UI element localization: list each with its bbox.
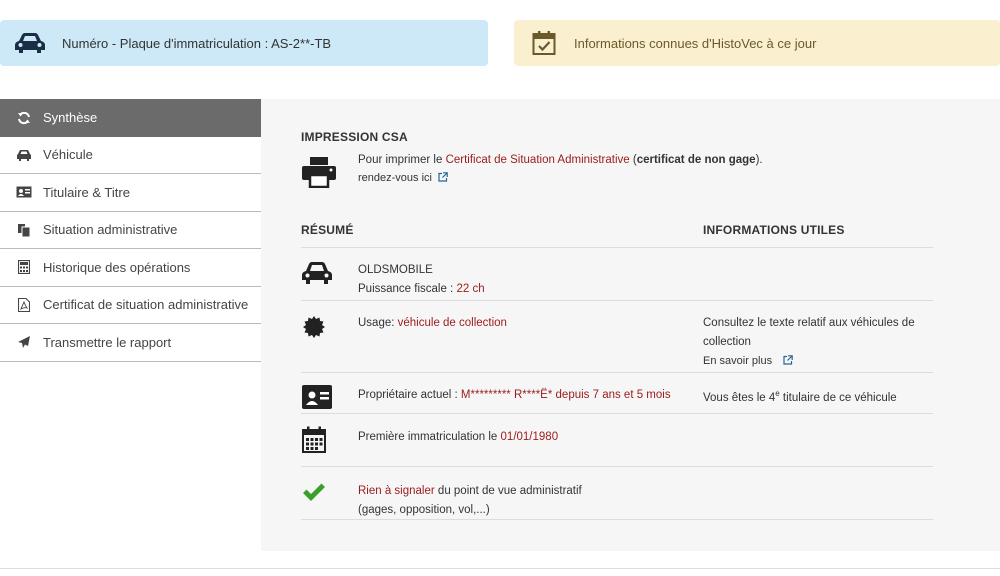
current-owner: Propriétaire actuel : M********* R****Ë*… bbox=[358, 389, 671, 401]
info-text: Informations connues d'HistoVec à ce jou… bbox=[574, 35, 817, 51]
id-card-icon bbox=[301, 384, 333, 410]
pdf-icon bbox=[15, 297, 33, 312]
sidebar-item-synthese[interactable]: Synthèse bbox=[0, 99, 261, 137]
plate-text: Numéro - Plaque d'immatriculation : AS-2… bbox=[62, 35, 332, 51]
checkmark-icon bbox=[301, 482, 327, 504]
sidebar: Synthèse Véhicule Titulaire & Titre Situ… bbox=[0, 99, 261, 362]
divider bbox=[301, 466, 933, 467]
main-panel: IMPRESSION CSA Pour imprimer le Certific… bbox=[261, 99, 1000, 551]
certificate-link[interactable]: Certificat de Situation Administrative bbox=[446, 154, 630, 166]
calculator-icon bbox=[15, 260, 33, 275]
sidebar-item-label: Synthèse bbox=[43, 110, 98, 126]
divider bbox=[301, 300, 933, 301]
sidebar-item-label: Certificat de situation administrative bbox=[43, 297, 249, 313]
info-utiles-heading: INFORMATIONS UTILES bbox=[703, 223, 845, 237]
external-link-icon bbox=[435, 172, 448, 184]
usage-info-line1: Consultez le texte relatif aux véhicules… bbox=[703, 317, 915, 329]
sidebar-item-label: Véhicule bbox=[43, 147, 93, 163]
nothing-to-report-details: (gages, opposition, vol,...) bbox=[358, 504, 490, 516]
calendar-icon bbox=[301, 425, 327, 453]
sidebar-item-historique[interactable]: Historique des opérations bbox=[0, 249, 261, 287]
sidebar-item-label: Situation administrative bbox=[43, 222, 178, 238]
learn-more-link[interactable]: En savoir plus bbox=[703, 355, 793, 367]
csa-heading: IMPRESSION CSA bbox=[301, 130, 408, 144]
divider bbox=[301, 372, 933, 373]
owner-rank-info: Vous êtes le 4e titulaire de ce véhicule bbox=[703, 389, 897, 404]
usage: Usage: véhicule de collection bbox=[358, 317, 507, 329]
id-card-icon bbox=[15, 186, 33, 198]
sidebar-item-transmettre[interactable]: Transmettre le rapport bbox=[0, 324, 261, 362]
sidebar-item-certificat[interactable]: Certificat de situation administrative bbox=[0, 287, 261, 324]
info-banner: Informations connues d'HistoVec à ce jou… bbox=[514, 20, 1000, 66]
sidebar-item-label: Historique des opérations bbox=[43, 259, 191, 275]
resume-heading: RÉSUMÉ bbox=[301, 223, 354, 237]
csa-text: Pour imprimer le Certificat de Situation… bbox=[358, 154, 763, 166]
nothing-to-report-link[interactable]: Rien à signaler bbox=[358, 485, 435, 497]
car-icon bbox=[14, 32, 46, 54]
documents-icon bbox=[15, 223, 33, 237]
first-registration: Première immatriculation le 01/01/1980 bbox=[358, 431, 559, 443]
sidebar-item-label: Titulaire & Titre bbox=[43, 184, 130, 200]
sidebar-item-label: Transmettre le rapport bbox=[43, 334, 172, 350]
divider bbox=[301, 247, 933, 248]
divider bbox=[301, 413, 933, 414]
sidebar-item-titulaire[interactable]: Titulaire & Titre bbox=[0, 174, 261, 212]
calendar-check-icon bbox=[532, 30, 556, 56]
paper-plane-icon bbox=[15, 335, 33, 349]
badge-star-icon bbox=[301, 314, 327, 340]
sidebar-item-situation[interactable]: Situation administrative bbox=[0, 212, 261, 249]
car-icon bbox=[15, 149, 33, 161]
refresh-icon bbox=[15, 111, 33, 125]
nothing-to-report: Rien à signaler du point de vue administ… bbox=[358, 485, 582, 497]
divider bbox=[301, 519, 933, 520]
usage-info-line2: collection bbox=[703, 336, 751, 348]
external-link-icon bbox=[775, 355, 793, 367]
printer-icon bbox=[301, 154, 337, 190]
brand: OLDSMOBILE bbox=[358, 264, 433, 276]
fiscal-power: Puissance fiscale : 22 ch bbox=[358, 283, 485, 295]
car-icon bbox=[301, 260, 333, 286]
plate-banner: Numéro - Plaque d'immatriculation : AS-2… bbox=[0, 20, 488, 66]
footer-divider bbox=[0, 568, 1000, 569]
sidebar-item-vehicule[interactable]: Véhicule bbox=[0, 137, 261, 174]
visit-link[interactable]: rendez-vous ici bbox=[358, 172, 448, 184]
